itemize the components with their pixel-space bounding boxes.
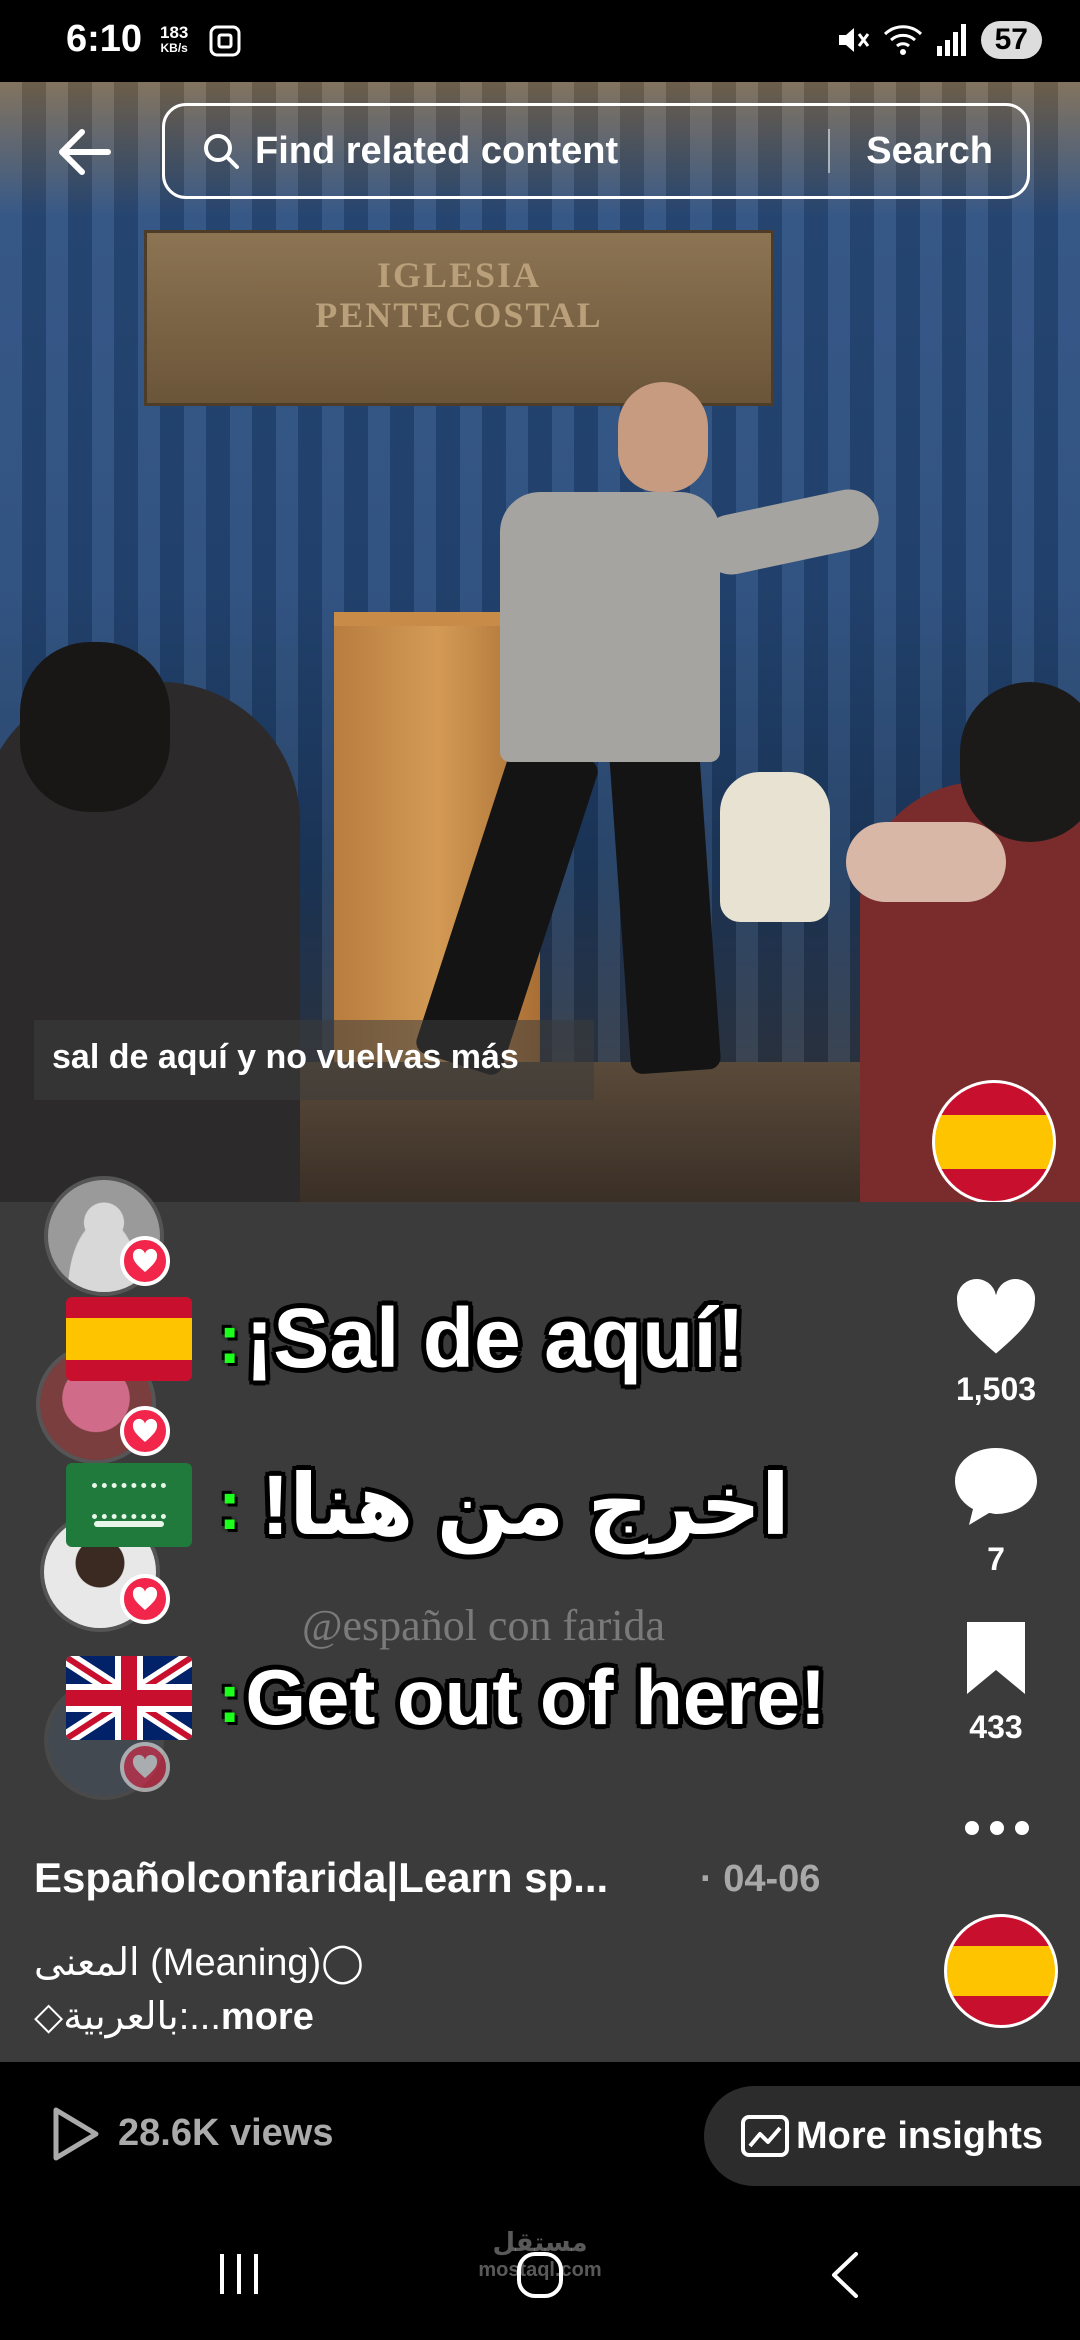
phrase-row-arabic: : اخرج من هنا! bbox=[66, 1456, 790, 1554]
search-button[interactable]: Search bbox=[866, 130, 993, 173]
more-insights-button[interactable]: More insights bbox=[704, 2086, 1080, 2186]
audience-person-arm bbox=[846, 822, 1006, 902]
site-watermark: مستقل mostaql.com bbox=[470, 2228, 610, 2284]
search-input[interactable]: Find related content bbox=[255, 130, 828, 173]
church-sign-line2: PENTECOSTAL bbox=[315, 295, 603, 335]
status-icons: 57 bbox=[835, 18, 1042, 62]
caption-text: المعنى (Meaning)◯ bbox=[34, 1942, 364, 1984]
wifi-icon bbox=[883, 25, 922, 55]
play-icon bbox=[53, 2107, 99, 2161]
creator-avatar[interactable] bbox=[932, 1080, 1056, 1204]
caption-more-link[interactable]: more bbox=[221, 1996, 314, 2038]
comment-icon bbox=[955, 1448, 1037, 1525]
heart-icon bbox=[956, 1278, 1036, 1354]
heart-icon bbox=[132, 1418, 158, 1442]
insights-chart-icon bbox=[741, 2115, 789, 2157]
preacher-head bbox=[618, 382, 708, 492]
phrase-arabic: اخرج من هنا! bbox=[261, 1458, 790, 1552]
creator-watermark: @español con farida bbox=[302, 1601, 666, 1650]
signal-icon bbox=[936, 24, 966, 56]
like-count: 1,503 bbox=[955, 1371, 1037, 1407]
save-button[interactable]: 433 bbox=[936, 1618, 1056, 1746]
liker-heart-badge bbox=[120, 1574, 170, 1624]
network-speed-unit: KB/s bbox=[160, 41, 188, 55]
audience-person-head bbox=[960, 682, 1080, 842]
save-count: 433 bbox=[969, 1709, 1023, 1745]
screenshot-icon bbox=[209, 25, 241, 57]
search-divider bbox=[828, 129, 831, 173]
phrase-row-english: : Get out of here! bbox=[66, 1652, 826, 1743]
phrase-spanish: ¡Sal de aquí! bbox=[245, 1291, 745, 1385]
comment-count: 7 bbox=[987, 1541, 1005, 1577]
site-watermark-arabic: مستقل bbox=[492, 2227, 588, 2257]
preacher-body bbox=[500, 492, 720, 762]
bookmark-icon bbox=[967, 1622, 1025, 1694]
phrase-row-spanish: : ¡Sal de aquí! bbox=[66, 1290, 745, 1387]
video-subtitle: sal de aquí y no vuelvas más bbox=[52, 1038, 519, 1076]
uk-flag bbox=[66, 1655, 192, 1740]
heart-icon bbox=[132, 1248, 158, 1272]
caption-text-arabic: ◇بالعربية:... bbox=[34, 1996, 221, 2038]
church-sign: IGLESIA PENTECOSTAL bbox=[144, 230, 774, 406]
colon-marker: : bbox=[218, 1658, 242, 1737]
phrase-english: Get out of here! bbox=[245, 1653, 826, 1741]
liker-heart-badge bbox=[120, 1742, 170, 1792]
video-subtitle-box: sal de aquí y no vuelvas más bbox=[34, 1020, 594, 1100]
saudi-flag bbox=[66, 1463, 192, 1547]
colon-marker: : bbox=[218, 1466, 242, 1544]
back-nav-icon[interactable] bbox=[826, 2250, 866, 2300]
site-watermark-domain: mostaql.com bbox=[478, 2259, 602, 2281]
church-sign-text: IGLESIA PENTECOSTAL bbox=[147, 255, 771, 335]
network-speed: 183 KB/s bbox=[160, 23, 189, 55]
mute-icon bbox=[838, 28, 869, 52]
heart-icon bbox=[132, 1754, 158, 1778]
search-icon bbox=[204, 134, 239, 169]
recent-apps-icon[interactable] bbox=[214, 2252, 264, 2296]
sound-avatar[interactable] bbox=[944, 1914, 1058, 2028]
liker-heart-badge bbox=[120, 1406, 170, 1456]
back-arrow-icon[interactable] bbox=[54, 122, 114, 182]
status-time: 6:10 bbox=[66, 18, 143, 60]
more-options-icon[interactable] bbox=[962, 1818, 1032, 1838]
network-speed-value: 183 bbox=[160, 23, 189, 42]
caption-author[interactable]: Españolconfarida|Learn sp... bbox=[34, 1854, 608, 1902]
heart-icon bbox=[132, 1586, 158, 1610]
comment-button[interactable]: 7 bbox=[936, 1444, 1056, 1578]
view-count: 28.6K views bbox=[118, 2112, 334, 2154]
audience-person-head bbox=[20, 642, 170, 812]
caption-date: · 04-06 bbox=[700, 1858, 821, 1900]
colon-marker: : bbox=[218, 1299, 242, 1378]
liker-heart-badge bbox=[120, 1236, 170, 1286]
like-button[interactable]: 1,503 bbox=[936, 1276, 1056, 1408]
church-sign-line1: IGLESIA bbox=[376, 255, 542, 295]
chair bbox=[720, 772, 830, 922]
search-bar[interactable]: Find related content Search bbox=[162, 103, 1030, 199]
spain-flag bbox=[66, 1296, 192, 1381]
more-insights-label: More insights bbox=[796, 2114, 1044, 2157]
battery-indicator: 57 bbox=[980, 21, 1042, 59]
caption-text-second: ◇بالعربية:...more bbox=[34, 1994, 314, 2039]
